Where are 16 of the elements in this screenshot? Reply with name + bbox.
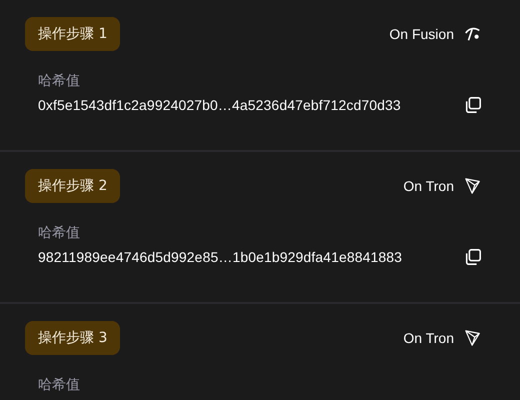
network-label: On Tron bbox=[403, 178, 454, 194]
copy-icon[interactable] bbox=[464, 96, 482, 114]
hash-label: 哈希值 bbox=[38, 72, 81, 90]
fusion-logo-icon bbox=[464, 25, 482, 43]
tron-logo-icon bbox=[464, 329, 482, 347]
network-label: On Fusion bbox=[389, 26, 454, 42]
copy-icon[interactable] bbox=[464, 248, 482, 266]
step-badge: 操作步骤 2 bbox=[25, 169, 120, 203]
hash-value: 0xf5e1543df1c2a9924027b0…4a5236d47ebf712cd70d33 bbox=[38, 97, 401, 113]
hash-label: 哈希值 bbox=[38, 224, 81, 242]
step-badge: 操作步骤 3 bbox=[25, 321, 120, 355]
hash-label: 哈希值 bbox=[38, 376, 81, 394]
tron-logo-icon bbox=[464, 177, 482, 195]
network-label: On Tron bbox=[403, 330, 454, 346]
step-badge: 操作步骤 1 bbox=[25, 17, 120, 51]
hash-value: 98211989ee4746d5d992e85…1b0e1b929dfa41e8841883 bbox=[38, 249, 402, 265]
